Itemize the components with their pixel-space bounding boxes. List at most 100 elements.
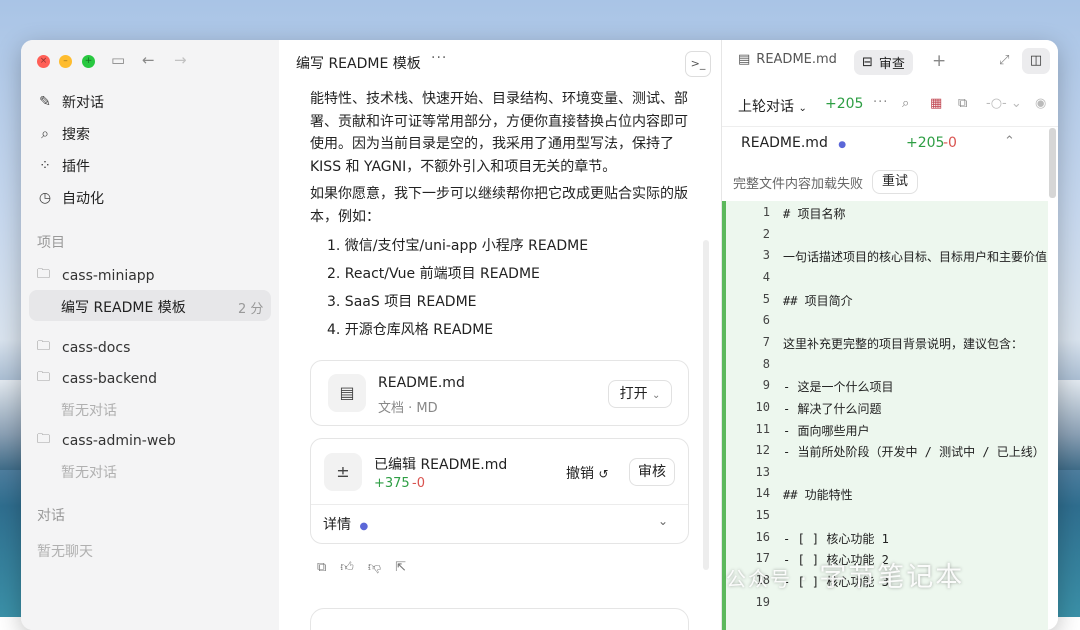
project-empty-text: 暂无对话 bbox=[61, 403, 117, 419]
open-button-label: 打开 bbox=[619, 386, 648, 402]
list-item: 4. 开源仓库风格 README bbox=[327, 322, 494, 338]
nav-automation[interactable]: ◷ 自动化 bbox=[37, 188, 104, 208]
thread-title: 编写 README 模板 bbox=[61, 300, 186, 316]
zoom-window-button[interactable]: + bbox=[82, 55, 95, 68]
close-window-button[interactable]: × bbox=[37, 55, 50, 68]
github-icon[interactable]: ◉ bbox=[1035, 96, 1046, 111]
thumbs-up-icon[interactable]: 👍︎ bbox=[340, 560, 354, 575]
sidebar: × – + ▭ ← → ✎ 新对话 ⌕ 搜索 ⁘ 插件 ◷ 自动化 项目 🗀 c… bbox=[21, 40, 280, 630]
project-cass-miniapp[interactable]: 🗀 cass-miniapp bbox=[37, 265, 155, 287]
panel-toggle-icon[interactable]: ◫ bbox=[1022, 48, 1050, 74]
sidebar-toggle-icon[interactable]: ▭ bbox=[111, 51, 125, 69]
app-window: × – + ▭ ← → ✎ 新对话 ⌕ 搜索 ⁘ 插件 ◷ 自动化 项目 🗀 c… bbox=[21, 40, 1058, 630]
chevron-down-icon: ⌄ bbox=[798, 103, 807, 114]
divider bbox=[311, 504, 688, 505]
scrollbar[interactable] bbox=[703, 240, 709, 570]
list-item: 1. 微信/支付宝/uni-app 小程序 README bbox=[327, 238, 589, 254]
file-card[interactable]: ▤ README.md 文档 · MD 打开 ⌄ bbox=[310, 360, 689, 426]
more-options-icon[interactable]: ··· bbox=[431, 50, 447, 66]
divider bbox=[722, 126, 1058, 127]
minimize-window-button[interactable]: – bbox=[59, 55, 72, 68]
nav-search[interactable]: ⌕ 搜索 bbox=[37, 124, 90, 144]
line-number: 14 bbox=[755, 486, 770, 501]
composer-input[interactable] bbox=[310, 608, 689, 630]
nav-new-chat[interactable]: ✎ 新对话 bbox=[37, 92, 104, 112]
tab-review-label: 审查 bbox=[878, 57, 905, 72]
expand-icon[interactable]: ⤢ bbox=[999, 53, 1009, 68]
details-toggle[interactable]: 详情 ● bbox=[323, 514, 368, 534]
copy-icon[interactable]: ⧉ bbox=[958, 96, 967, 111]
forward-arrow-icon[interactable]: → bbox=[174, 51, 187, 69]
tab-readme[interactable]: ▤ README.md bbox=[738, 52, 837, 67]
clock-icon: ◷ bbox=[38, 190, 52, 206]
tab-readme-label: README.md bbox=[756, 52, 837, 67]
thumbs-down-icon[interactable]: 👎︎ bbox=[368, 560, 381, 575]
nav-plugins[interactable]: ⁘ 插件 bbox=[37, 156, 90, 176]
line-number: 2 bbox=[762, 226, 770, 241]
add-tab-icon[interactable]: + bbox=[932, 51, 946, 71]
tab-review[interactable]: ⊟ 审查 bbox=[854, 50, 913, 75]
line-number: 19 bbox=[755, 594, 770, 609]
chats-heading: 对话 bbox=[37, 508, 65, 524]
status-dot: ● bbox=[838, 140, 847, 150]
line-number: 15 bbox=[755, 508, 770, 523]
open-button[interactable]: 打开 ⌄ bbox=[608, 380, 672, 408]
watermark-prefix: 公众号 · bbox=[726, 567, 809, 591]
back-arrow-icon[interactable]: ← bbox=[142, 51, 155, 69]
project-name: cass-miniapp bbox=[62, 268, 155, 284]
document-icon: ▤ bbox=[328, 374, 366, 412]
file-meta: 文档 · MD bbox=[378, 401, 438, 416]
diff-view-icon[interactable]: ▦ bbox=[930, 96, 942, 111]
diff-icon: ± bbox=[324, 453, 362, 491]
chats-empty-text: 暂无聊天 bbox=[37, 544, 93, 560]
line-number: 13 bbox=[755, 464, 770, 479]
conversation-pane: 编写 README 模板 ··· >_ 能特性、技术栈、快速开始、目录结构、环境… bbox=[279, 40, 721, 630]
scrollbar[interactable] bbox=[1049, 128, 1056, 198]
code-line: 这里补充更完整的项目背景说明，建议包含： bbox=[783, 336, 1024, 351]
line-number: 5 bbox=[762, 291, 770, 306]
scope-label: 上轮对话 bbox=[738, 99, 794, 115]
suggestion-list: 1. 微信/支付宝/uni-app 小程序 README 2. React/Vu… bbox=[327, 232, 588, 344]
terminal-icon[interactable]: >_ bbox=[685, 51, 711, 77]
project-cass-docs[interactable]: 🗀 cass-docs bbox=[37, 337, 130, 359]
undo-button[interactable]: 撤销 ↺ bbox=[566, 463, 609, 483]
line-number: 1 bbox=[762, 205, 770, 219]
scope-select[interactable]: 上轮对话 ⌄ bbox=[738, 96, 807, 116]
projects-heading: 项目 bbox=[37, 235, 65, 251]
more-options-icon[interactable]: ··· bbox=[873, 95, 888, 110]
line-number: 9 bbox=[762, 378, 770, 393]
review-button[interactable]: 审核 bbox=[629, 458, 675, 486]
copy-icon[interactable]: ⧉ bbox=[317, 560, 326, 575]
document-icon: ▤ bbox=[738, 52, 751, 67]
file-header-label: README.md bbox=[741, 135, 828, 151]
chevron-down-icon[interactable]: ⌄ bbox=[658, 514, 668, 528]
assistant-paragraph: 如果你愿意，我下一步可以继续帮你把它改成更贴合实际的版本，例如： bbox=[310, 186, 688, 225]
line-number: 7 bbox=[762, 334, 770, 349]
nav-new-chat-label: 新对话 bbox=[62, 95, 104, 111]
chevron-up-icon[interactable]: ⌃ bbox=[1004, 134, 1015, 149]
code-line: ## 项目简介 bbox=[783, 293, 853, 308]
retry-button[interactable]: 重试 bbox=[872, 170, 918, 194]
code-line: # 项目名称 bbox=[783, 207, 846, 221]
line-number: 3 bbox=[762, 248, 770, 263]
nav-plugins-label: 插件 bbox=[62, 159, 90, 175]
search-icon: ⌕ bbox=[41, 126, 49, 142]
commit-icon[interactable]: -○- ⌄ bbox=[986, 96, 1022, 111]
watermark-text: 字节笔记本 bbox=[819, 562, 965, 593]
project-cass-backend[interactable]: 🗀 cass-backend bbox=[37, 368, 157, 390]
message-actions: ⧉ 👍︎ 👎︎ ⇱ bbox=[317, 560, 406, 575]
thread-time: 2 分 bbox=[238, 302, 264, 317]
added-count: +375 bbox=[374, 476, 410, 491]
conversation-title: 编写 README 模板 bbox=[296, 56, 421, 72]
project-cass-admin-web[interactable]: 🗀 cass-admin-web bbox=[37, 430, 176, 452]
folder-icon: 🗀 bbox=[37, 432, 51, 447]
search-file-icon[interactable]: ⌕ bbox=[902, 96, 909, 111]
review-pane: ▤ README.md ⊟ 审查 + ⤢ ◫ 上轮对话 ⌄ +205 ··· ⌕… bbox=[721, 40, 1058, 630]
list-item: 3. SaaS 项目 README bbox=[327, 294, 477, 310]
error-text: 完整文件内容加载失败 bbox=[733, 177, 864, 192]
folder-icon: 🗀 bbox=[37, 339, 51, 354]
watermark: 公众号 · 字节笔记本 bbox=[726, 555, 964, 594]
share-icon[interactable]: ⇱ bbox=[395, 560, 406, 575]
list-item: 2. React/Vue 前端项目 README bbox=[327, 266, 540, 282]
file-header-name[interactable]: README.md ● bbox=[741, 135, 846, 151]
